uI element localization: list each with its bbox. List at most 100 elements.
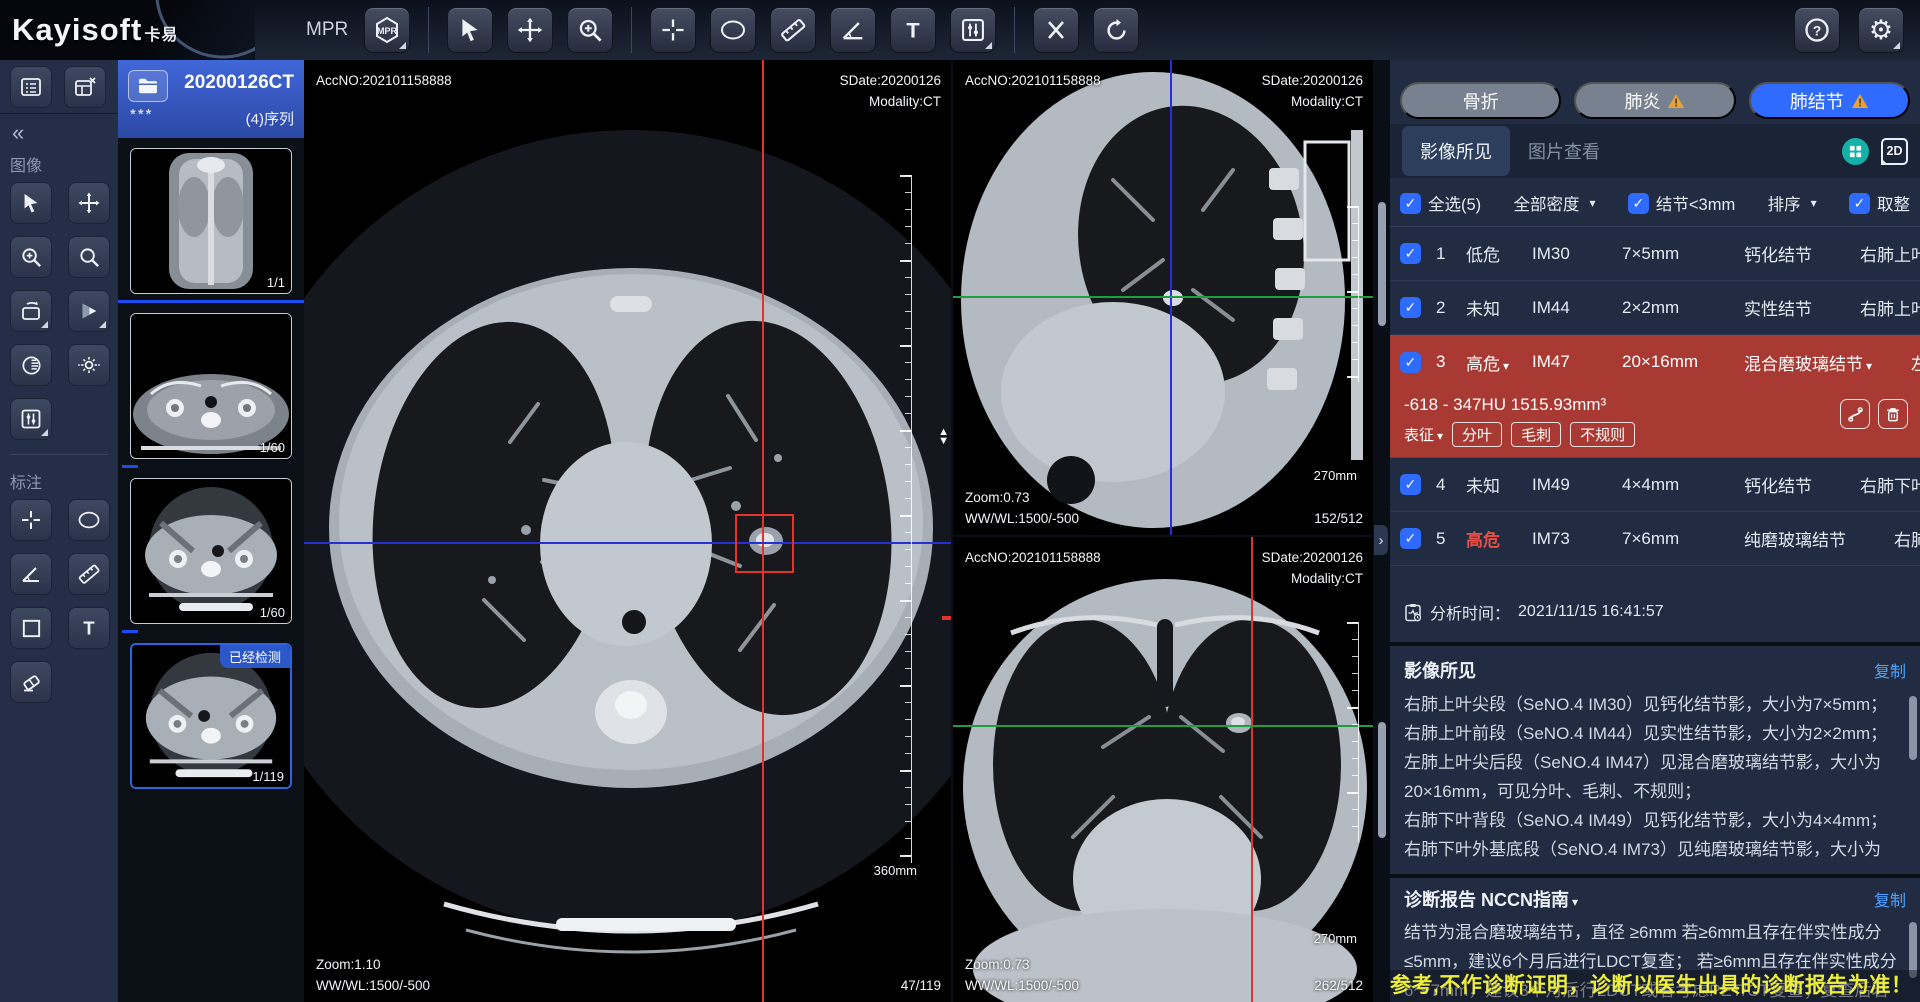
mpr-mode-button[interactable]: MPR <box>364 7 410 53</box>
rail-eraser-button[interactable] <box>10 661 52 703</box>
row-checkbox[interactable]: ✓ <box>1400 528 1421 549</box>
coronal-viewport[interactable]: 270mm AccNO:202101158888 SDate:20200126 … <box>953 537 1373 1002</box>
reset-rotate-button[interactable] <box>1093 7 1139 53</box>
series-list-button[interactable] <box>10 66 52 108</box>
nodule-roi-box[interactable] <box>735 514 794 573</box>
rail-text-button[interactable]: T <box>68 607 110 649</box>
checkbox-icon[interactable]: ✓ <box>1628 193 1649 214</box>
report-title-text: 诊断报告 NCCN指南 <box>1404 890 1569 910</box>
settings-button[interactable]: ⚙ <box>1858 7 1904 53</box>
row-checkbox[interactable]: ✓ <box>1400 352 1421 373</box>
checkbox-icon[interactable]: ✓ <box>1849 193 1870 214</box>
nodule-image-no: IM30 <box>1532 244 1622 264</box>
sagittal-crosshair-horizontal[interactable] <box>953 296 1373 298</box>
series-thumbnail-scout[interactable]: 1/1 <box>130 148 292 294</box>
pan-tool-button[interactable] <box>507 7 553 53</box>
tab-findings[interactable]: 影像所见 <box>1402 126 1510 176</box>
tab-image-view[interactable]: 图片查看 <box>1510 126 1618 176</box>
series-separator <box>118 300 304 303</box>
folder-icon[interactable] <box>128 70 168 102</box>
row-checkbox[interactable]: ✓ <box>1400 243 1421 264</box>
row-checkbox[interactable]: ✓ <box>1400 297 1421 318</box>
delete-nodule-button[interactable] <box>1878 399 1908 429</box>
axial-modality: Modality:CT <box>840 91 941 112</box>
rail-invert-button[interactable] <box>10 344 52 386</box>
rail-pointer-button[interactable] <box>10 182 52 224</box>
nodule-row-1[interactable]: ✓ 1 低危 IM30 7×5mm 钙化结节 右肺上叶 <box>1390 227 1920 281</box>
row-checkbox[interactable]: ✓ <box>1400 474 1421 495</box>
series-thumbnail-axial-2[interactable]: 1/60 <box>130 478 292 624</box>
rail-zoom-in-button[interactable] <box>10 236 52 278</box>
axial-stack-scroll-handle[interactable]: ▲▼ <box>938 428 949 446</box>
rail-rectangle-button[interactable] <box>10 607 52 649</box>
panel-expander-button[interactable]: › <box>1374 525 1388 555</box>
series-thumbnail-axial-current[interactable]: 已经检测 1/119 <box>130 643 292 789</box>
feature-dropdown[interactable]: 表征▾ <box>1404 424 1443 445</box>
rail-window-level-button[interactable] <box>10 398 52 440</box>
series-header[interactable]: 20200126CT *** (4)序列 <box>118 60 304 138</box>
pill-lung-nodule-label: 肺结节 <box>1790 88 1844 114</box>
finding-line: 右肺上叶尖段（SeNO.4 IM30）见钙化结节影，大小为7×5mm； <box>1404 690 1900 719</box>
nodule-row-4[interactable]: ✓ 4 未知 IM49 4×4mm 钙化结节 右肺下叶 <box>1390 458 1920 512</box>
ruler-tool-button[interactable] <box>770 7 816 53</box>
axial-crosshair-horizontal[interactable] <box>304 542 951 544</box>
nodule-type: 钙化结节 <box>1744 241 1812 266</box>
select-all-checkbox[interactable]: ✓全选(5) <box>1400 191 1481 215</box>
rail-crosshair-button[interactable] <box>10 499 52 541</box>
nodule-location-dropdown[interactable]: 左肺上叶▾ <box>1872 350 1920 375</box>
pill-pneumonia[interactable]: 肺炎 <box>1574 82 1735 119</box>
axial-thumb-image <box>131 479 291 623</box>
angle-tool-button[interactable] <box>830 7 876 53</box>
coronal-sdate: SDate:20200126 <box>1262 547 1363 568</box>
zoom-tool-button[interactable] <box>567 7 613 53</box>
rail-brightness-button[interactable] <box>68 344 110 386</box>
findings-scrollbar-thumb[interactable] <box>1909 696 1917 760</box>
report-copy-button[interactable]: 复制 <box>1874 887 1906 911</box>
nodule-row-3-selected[interactable]: ✓ 3 高危▾ IM47 20×16mm 混合磨玻璃结节▾ 左肺上叶▾ <box>1390 335 1920 389</box>
pill-lung-nodule[interactable]: 肺结节 <box>1749 82 1910 119</box>
collapse-rail-button[interactable]: « <box>0 114 30 146</box>
pointer-tool-button[interactable] <box>447 7 493 53</box>
rail-pan-button[interactable] <box>68 182 110 224</box>
sort-label: 排序 <box>1768 191 1801 215</box>
sort-dropdown[interactable]: 排序▾ <box>1768 191 1817 215</box>
rail-magnify-button[interactable] <box>68 236 110 278</box>
sagittal-modality: Modality:CT <box>1262 91 1363 112</box>
feature-tag[interactable]: 不规则 <box>1570 422 1635 447</box>
sagittal-viewport[interactable]: 270mm AccNO:202101158888 SDate:20200126 … <box>953 60 1373 535</box>
rail-angle-button[interactable] <box>10 553 52 595</box>
ellipse-tool-button[interactable] <box>710 7 756 53</box>
nodule-size: 7×5mm <box>1622 244 1744 264</box>
rail-flip-button[interactable] <box>68 290 110 332</box>
feature-tag[interactable]: 毛刺 <box>1511 422 1561 447</box>
density-dropdown[interactable]: 全部密度▾ <box>1514 191 1596 215</box>
small-nodule-checkbox[interactable]: ✓结节<3mm <box>1628 191 1735 215</box>
rail-ruler-button[interactable] <box>68 553 110 595</box>
sagittal-scrollbar-thumb[interactable] <box>1378 202 1386 326</box>
feature-tag[interactable]: 分叶 <box>1452 422 1502 447</box>
crosshair-tool-button[interactable] <box>650 7 696 53</box>
text-tool-button[interactable]: T <box>890 7 936 53</box>
series-thumbnail-axial-1[interactable]: 1/60 <box>130 313 292 459</box>
nodule-risk-dropdown[interactable]: 高危▾ <box>1466 350 1532 375</box>
delete-annotation-button[interactable] <box>1033 7 1079 53</box>
close-layout-button[interactable] <box>64 66 106 108</box>
pill-fracture[interactable]: 骨折 <box>1400 82 1561 119</box>
round-checkbox[interactable]: ✓取整 <box>1849 191 1910 215</box>
report-chat-icon[interactable] <box>1842 138 1869 165</box>
window-level-button[interactable] <box>950 7 996 53</box>
coronal-scrollbar-thumb[interactable] <box>1378 722 1386 838</box>
checkbox-icon[interactable]: ✓ <box>1400 193 1421 214</box>
nodule-row-2[interactable]: ✓ 2 未知 IM44 2×2mm 实性结节 右肺上叶 <box>1390 281 1920 335</box>
rail-ellipse-button[interactable] <box>68 499 110 541</box>
nodule-type-dropdown[interactable]: 混合磨玻璃结节▾ <box>1744 350 1872 375</box>
axial-viewport[interactable]: 360mm ▲▼ AccNO:202101158888 SDate:202001… <box>304 60 951 1002</box>
rail-rotate-button[interactable] <box>10 290 52 332</box>
findings-copy-button[interactable]: 复制 <box>1874 658 1906 682</box>
2d-view-icon[interactable]: 2D <box>1881 138 1908 165</box>
followup-curve-button[interactable] <box>1840 399 1870 429</box>
coronal-crosshair-vertical[interactable] <box>1251 537 1253 1002</box>
help-button[interactable]: ? <box>1794 7 1840 53</box>
nodule-row-5[interactable]: ✓ 5 高危 IM73 7×6mm 纯磨玻璃结节 右肺下叶 <box>1390 512 1920 566</box>
coronal-crosshair-horizontal[interactable] <box>953 725 1373 727</box>
